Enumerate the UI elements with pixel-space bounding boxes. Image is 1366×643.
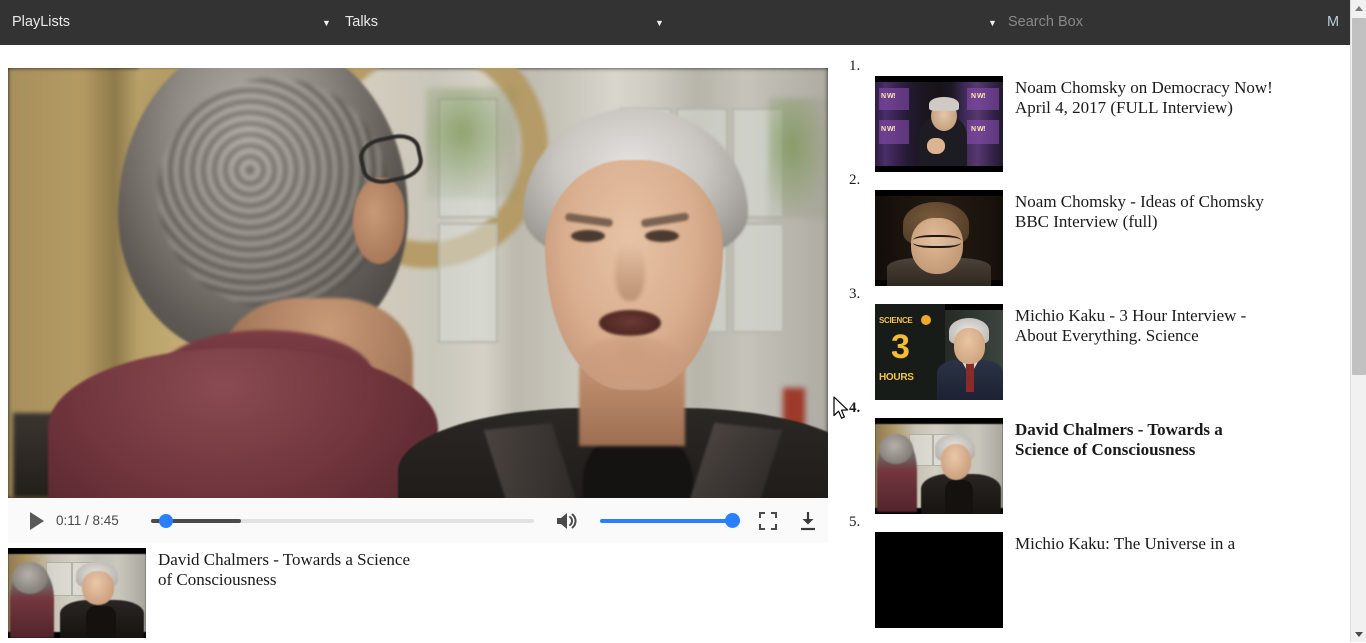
download-button[interactable] — [788, 511, 828, 531]
thumb-speaker-tshirt — [86, 606, 116, 638]
list-item-number: 1. — [849, 58, 861, 74]
list-item-title[interactable]: Noam Chomsky - Ideas of Chomsky BBC Inte… — [1015, 190, 1277, 286]
list-item-current[interactable]: 4. David Chalmers - Towards a Science of… — [840, 400, 1340, 514]
thumb-science-label: SCIENCE — [879, 316, 913, 325]
list-item-title[interactable]: Michio Kaku: The Universe in a — [1015, 532, 1235, 628]
list-item-number: 5. — [849, 514, 861, 530]
thumb-speaker-face — [82, 571, 114, 605]
thumb-atom-icon — [921, 315, 931, 325]
list-item-thumbnail[interactable]: N W! N W! N W! N W! — [875, 76, 1003, 172]
volume-button[interactable] — [550, 510, 584, 532]
video-player[interactable]: 0:11 / 8:45 — [8, 68, 828, 543]
list-item[interactable]: 5. Michio Kaku: The Universe in a — [840, 514, 1340, 628]
list-item-thumbnail[interactable]: SCIENCE 3 HOURS — [875, 304, 1003, 400]
video-foliage — [768, 98, 828, 218]
now-playing-info: David Chalmers - Towards a Science of Co… — [8, 548, 608, 643]
now-playing-thumbnail[interactable] — [8, 548, 146, 638]
thumb-person-tie — [966, 362, 974, 392]
top-navigation-bar: PlayLists ▼ Talks ▼ ▼ Search Box M — [0, 0, 1350, 45]
scroll-up-button[interactable] — [1351, 0, 1366, 16]
now-playing-title: David Chalmers - Towards a Science of Co… — [158, 550, 411, 589]
thumb-logo-text: N W! — [881, 93, 895, 100]
video-interviewer-hair-texture — [158, 78, 388, 308]
thumb-logo-text: N W! — [881, 126, 895, 133]
list-item[interactable]: 1. N W! N W! N W! N W! Noam Chomsky on D… — [840, 58, 1340, 172]
video-speaker-tshirt — [583, 438, 693, 498]
main-content: 0:11 / 8:45 David Chalmers - Towards a S… — [0, 45, 1350, 642]
list-item-number: 3. — [849, 286, 861, 302]
video-speaker-chin — [583, 336, 679, 382]
video-interviewer-shirt — [48, 348, 438, 498]
playlist-panel: 1. N W! N W! N W! N W! Noam Chomsky on D… — [840, 58, 1340, 628]
list-item-title[interactable]: Michio Kaku - 3 Hour Interview - About E… — [1015, 304, 1277, 400]
list-item-thumbnail[interactable] — [875, 532, 1003, 628]
list-item-title[interactable]: David Chalmers - Towards a Science of Co… — [1015, 418, 1277, 514]
chevron-down-icon-search[interactable]: ▼ — [988, 0, 997, 45]
list-item-number: 2. — [849, 172, 861, 188]
chevron-down-icon-category[interactable]: ▼ — [655, 0, 664, 45]
list-item-thumbnail[interactable] — [875, 190, 1003, 286]
nav-category-talks[interactable]: Talks — [345, 0, 378, 45]
thumb-person-glasses — [913, 235, 961, 248]
fullscreen-icon — [759, 511, 777, 530]
video-speaker-mouth — [599, 310, 661, 336]
nav-playlists-label[interactable]: PlayLists — [12, 0, 70, 45]
thumb-person-face — [954, 328, 985, 364]
list-item[interactable]: 3. SCIENCE 3 HOURS Michio Kaku - 3 Hour … — [840, 286, 1340, 400]
chevron-down-icon-playlists[interactable]: ▼ — [322, 0, 331, 45]
video-window-pane — [438, 223, 498, 343]
video-speaker-eye-right — [645, 230, 679, 242]
list-item-title[interactable]: Noam Chomsky on Democracy Now! April 4, … — [1015, 76, 1277, 172]
thumb-interviewer-head — [879, 434, 913, 464]
thumb-interviewer-head — [12, 562, 48, 594]
video-speaker-eye-left — [571, 230, 605, 242]
thumb-hours-label: HOURS — [879, 372, 914, 383]
scroll-down-button[interactable] — [1351, 626, 1366, 642]
user-menu-initial[interactable]: M — [1327, 0, 1339, 45]
thumb-speaker-tshirt — [945, 480, 973, 514]
fullscreen-button[interactable] — [748, 511, 788, 530]
video-speaker — [398, 108, 828, 498]
thumb-speaker-face — [941, 444, 971, 480]
volume-track — [600, 518, 740, 523]
chevron-up-icon — [1355, 5, 1363, 11]
thumbnail-art — [875, 532, 1003, 628]
thumb-three-label: 3 — [891, 328, 910, 366]
list-item[interactable]: 2. Noam Chomsky - Ideas of Chomsky BBC I… — [840, 172, 1340, 286]
volume-on-icon — [557, 512, 577, 529]
video-control-bar: 0:11 / 8:45 — [8, 498, 828, 543]
download-icon — [801, 511, 815, 530]
thumb-logo-text: N W! — [971, 126, 985, 133]
search-input-placeholder[interactable]: Search Box — [1008, 0, 1083, 45]
vertical-scrollbar[interactable] — [1350, 0, 1366, 642]
thumb-logo-text: N W! — [971, 93, 985, 100]
volume-slider[interactable] — [600, 511, 740, 531]
progress-thumb[interactable] — [158, 513, 173, 528]
thumb-person-hair — [929, 97, 959, 111]
video-interviewer-ear — [353, 178, 405, 264]
progress-slider[interactable] — [150, 511, 534, 531]
play-icon — [30, 511, 44, 530]
list-item-thumbnail[interactable] — [875, 418, 1003, 514]
video-foliage — [426, 88, 516, 198]
video-speaker-nose — [615, 243, 645, 301]
play-button[interactable] — [20, 511, 54, 530]
volume-thumb[interactable] — [725, 512, 740, 528]
thumb-person-hand — [927, 138, 945, 154]
video-viewport[interactable] — [8, 68, 828, 498]
time-display: 0:11 / 8:45 — [56, 513, 119, 528]
list-item-number: 4. — [849, 400, 861, 416]
chevron-down-icon — [1355, 631, 1363, 637]
scrollbar-thumb[interactable] — [1352, 18, 1366, 375]
